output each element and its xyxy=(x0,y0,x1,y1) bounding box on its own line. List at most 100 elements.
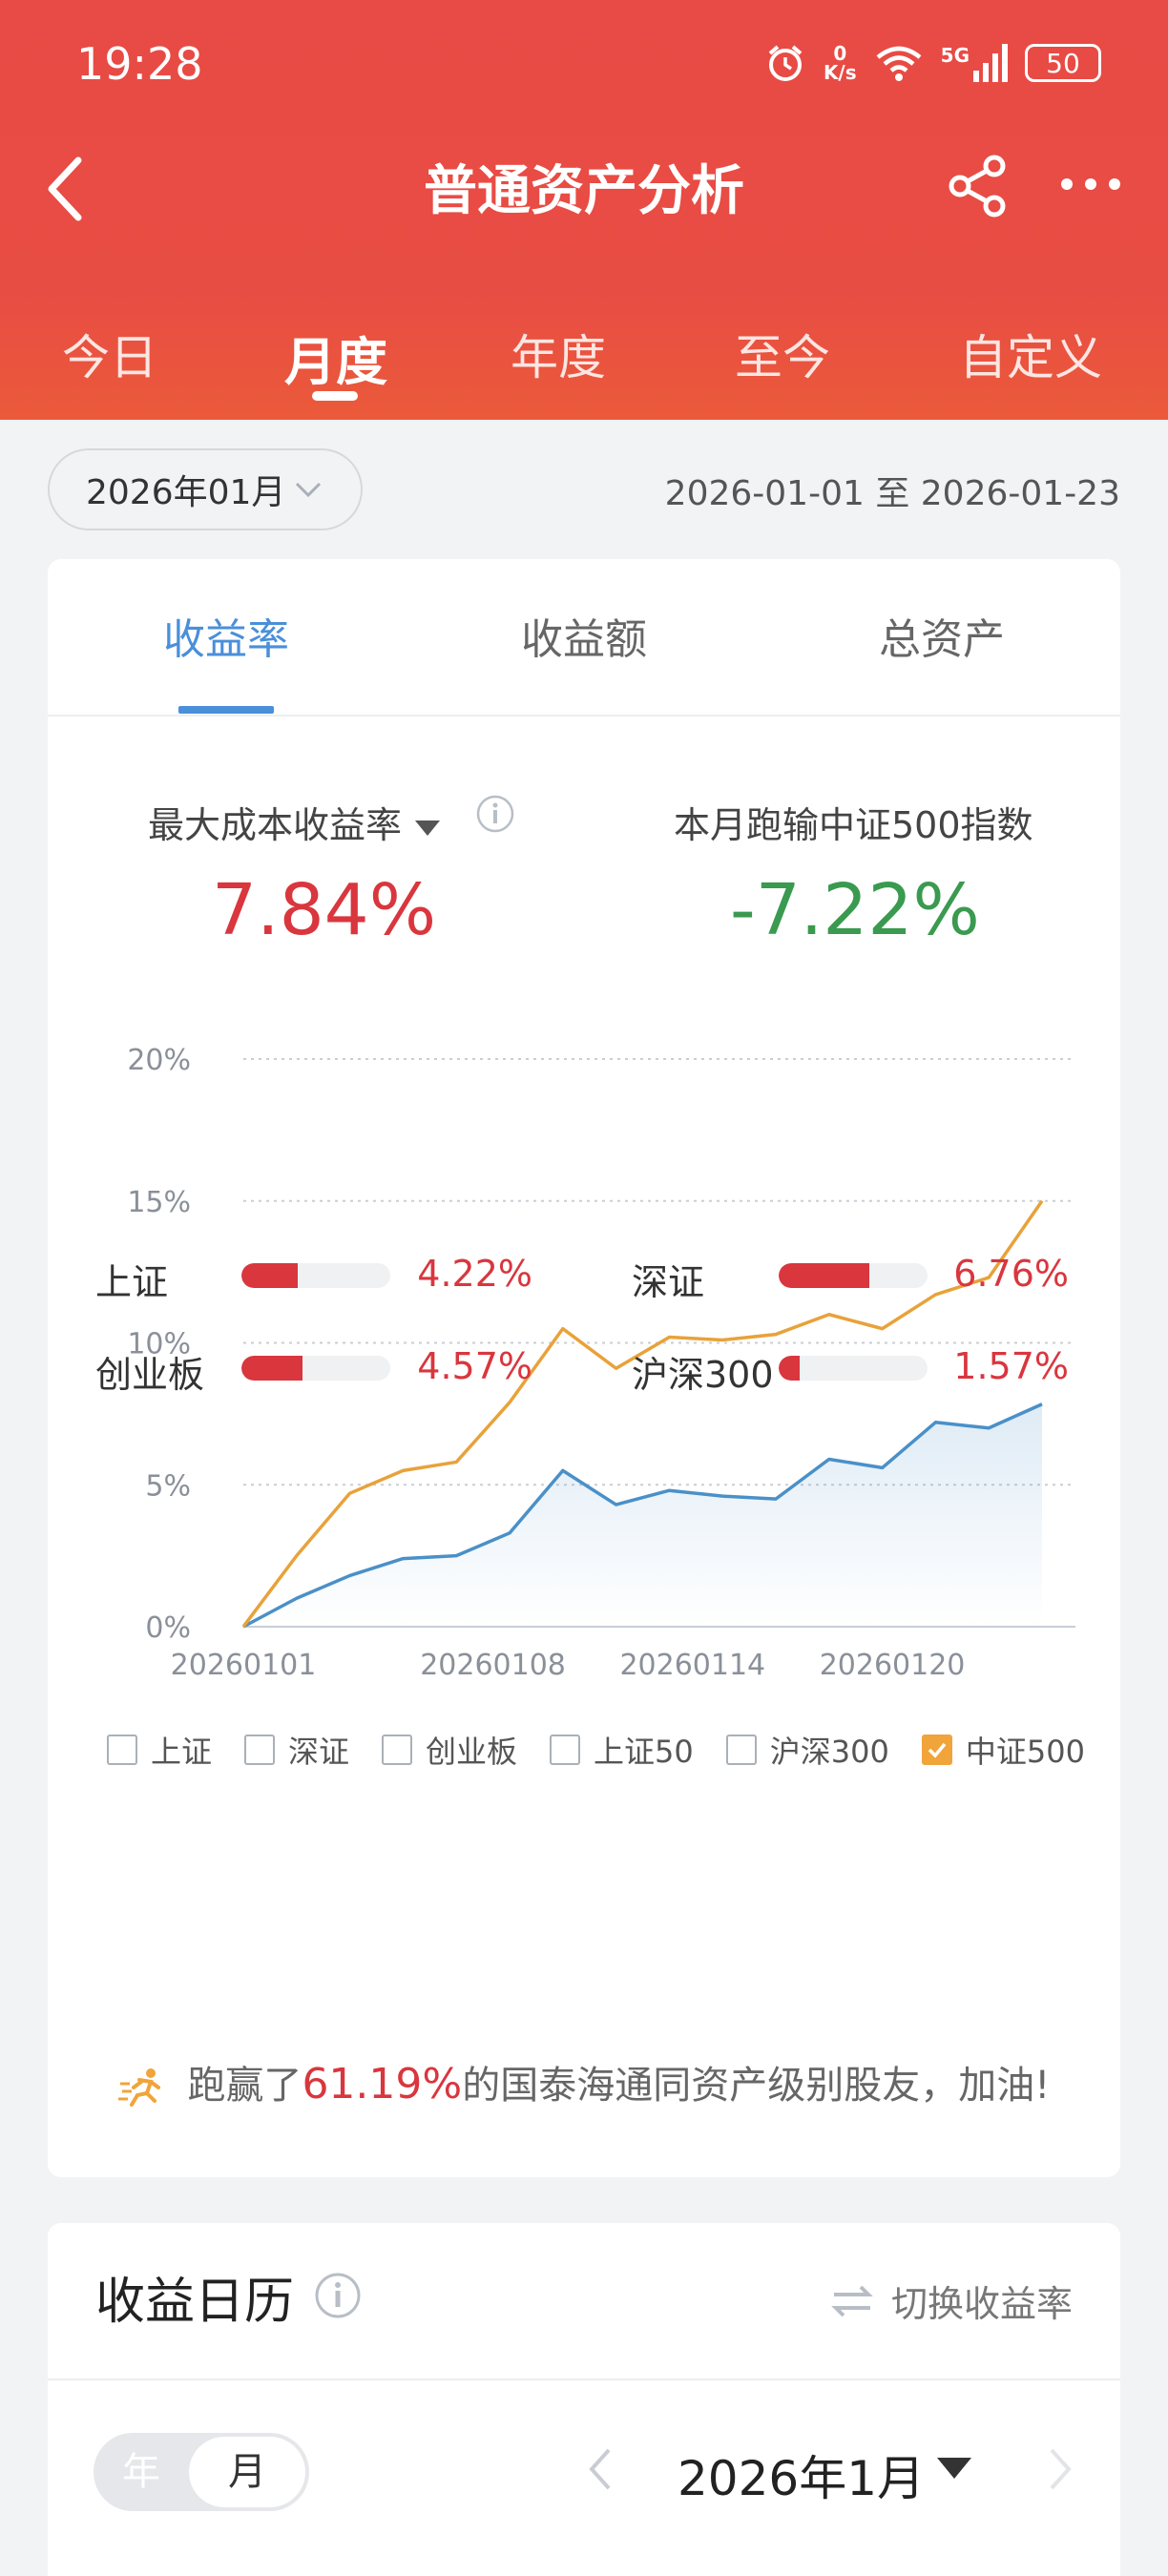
net-speed-unit: K/s xyxy=(823,61,857,84)
checkbox-icon[interactable] xyxy=(244,1735,276,1765)
tab-today[interactable]: 今日 xyxy=(62,320,157,388)
return-analysis-card: 收益率 收益额 总资产 最大成本收益率 7.84% 本月跑输中证500指数 -7… xyxy=(48,559,1120,2177)
divider xyxy=(48,2379,1120,2380)
share-icon[interactable] xyxy=(945,153,1012,219)
year-month-toggle[interactable]: 年 月 xyxy=(94,2433,309,2511)
x-tick-label: 20260101 xyxy=(171,1649,317,1682)
legend-label: 深证 xyxy=(288,1734,350,1770)
legend-label: 中证500 xyxy=(965,1734,1085,1770)
signal-type: 5G xyxy=(940,44,970,67)
y-tick-label: 5% xyxy=(145,1469,191,1503)
legend-item[interactable]: 沪深300 xyxy=(725,1728,889,1772)
alarm-icon xyxy=(768,45,803,81)
info-icon[interactable] xyxy=(313,2271,363,2320)
date-range: 2026-01-01 至 2026-01-23 xyxy=(664,474,1120,513)
switch-return-rate-button[interactable]: 切换收益率 xyxy=(830,2275,1073,2327)
index-bar-fill xyxy=(779,1263,870,1288)
index-bar xyxy=(241,1263,390,1288)
tab-to-date[interactable]: 至今 xyxy=(735,320,830,388)
index-name: 沪深300 xyxy=(632,1354,774,1396)
switch-label: 切换收益率 xyxy=(890,2283,1073,2325)
checkbox-icon[interactable] xyxy=(107,1735,137,1765)
portfolio-area xyxy=(243,1403,1042,1627)
checkbox-icon[interactable] xyxy=(725,1735,757,1765)
toggle-month[interactable]: 月 xyxy=(189,2437,305,2507)
month-picker[interactable]: 2026年01月 xyxy=(48,448,363,530)
toggle-year[interactable]: 年 xyxy=(94,2433,189,2511)
x-tick-label: 20260108 xyxy=(420,1649,566,1682)
cellular-signal: 5G xyxy=(941,44,1008,82)
index-bar xyxy=(779,1356,928,1381)
index-name: 深证 xyxy=(632,1261,705,1303)
battery-indicator: 50 xyxy=(1025,44,1101,82)
return-calendar-card: 收益日历 切换收益率 年 月 2026年1月 xyxy=(48,2223,1120,2576)
beat-suffix: 的国泰海通同资产级别股友，加油! xyxy=(462,2064,1051,2108)
checkbox-checked-icon[interactable] xyxy=(921,1735,952,1765)
info-icon[interactable] xyxy=(475,794,515,834)
net-speed: 0 K/s xyxy=(824,44,857,82)
x-tick-label: 20260114 xyxy=(619,1649,765,1682)
legend-label: 创业板 xyxy=(426,1734,518,1770)
index-value: 4.57% xyxy=(417,1345,532,1387)
status-time: 19:28 xyxy=(76,38,203,90)
beat-peers-text: 跑赢了61.19%的国泰海通同资产级别股友，加油! xyxy=(48,2054,1120,2109)
tab-monthly[interactable]: 月度 xyxy=(284,320,387,395)
runner-icon xyxy=(117,2068,160,2107)
legend-item[interactable]: 中证500 xyxy=(921,1728,1085,1772)
y-tick-label: 15% xyxy=(127,1186,191,1219)
chevron-down-icon xyxy=(296,482,322,498)
metric-tab-indicator xyxy=(178,706,274,714)
legend-item[interactable]: 深证 xyxy=(244,1728,349,1772)
caret-down-icon[interactable] xyxy=(935,2456,973,2481)
index-value: 6.76% xyxy=(953,1253,1069,1295)
vs-index-value: -7.22% xyxy=(730,869,980,951)
caret-down-icon xyxy=(415,820,441,836)
y-tick-label: 20% xyxy=(127,1044,191,1077)
max-cost-return-text: 最大成本收益率 xyxy=(148,804,403,846)
checkbox-icon[interactable] xyxy=(550,1735,581,1765)
status-icons: 0 K/s 5G 50 xyxy=(764,42,1101,84)
index-legend: 上证 深证 创业板 上证50 沪深300 中证500 xyxy=(107,1728,1085,1772)
index-name: 创业板 xyxy=(95,1354,205,1396)
index-bar xyxy=(779,1263,928,1288)
calendar-month[interactable]: 2026年1月 xyxy=(678,2441,925,2509)
index-name: 上证 xyxy=(95,1261,169,1303)
app-header: 19:28 0 K/s 5G 50 普通资产分析 今日 月度 年度 至今 自定义 xyxy=(0,0,1168,420)
period-tabs: 今日 月度 年度 至今 自定义 xyxy=(0,320,1168,405)
index-bar-fill xyxy=(779,1356,800,1381)
x-tick-label: 20260120 xyxy=(820,1649,966,1682)
tab-custom[interactable]: 自定义 xyxy=(959,320,1102,388)
max-cost-return-label[interactable]: 最大成本收益率 xyxy=(148,796,442,848)
index-value: 4.22% xyxy=(417,1253,532,1295)
chevron-left-icon[interactable] xyxy=(582,2441,620,2498)
month-picker-label: 2026年01月 xyxy=(86,473,286,512)
beat-percent: 61.19% xyxy=(302,2060,463,2109)
vs-index-label: 本月跑输中证500指数 xyxy=(674,804,1033,846)
checkbox-icon[interactable] xyxy=(382,1735,413,1765)
tab-return-rate[interactable]: 收益率 xyxy=(163,605,289,666)
net-speed-value: 0 xyxy=(833,42,847,65)
active-tab-indicator xyxy=(312,391,358,401)
tab-total-assets[interactable]: 总资产 xyxy=(879,605,1005,666)
max-cost-return-value: 7.84% xyxy=(212,869,437,951)
more-icon[interactable] xyxy=(1057,170,1124,198)
legend-item[interactable]: 上证 xyxy=(107,1728,212,1772)
signal-bars-icon xyxy=(973,44,1008,82)
legend-item[interactable]: 创业板 xyxy=(382,1728,517,1772)
beat-prefix: 跑赢了 xyxy=(187,2064,302,2108)
y-tick-label: 0% xyxy=(145,1611,191,1645)
index-bar-fill xyxy=(241,1356,302,1381)
legend-label: 沪深300 xyxy=(769,1734,889,1770)
chevron-right-icon[interactable] xyxy=(1040,2441,1078,2498)
tab-yearly[interactable]: 年度 xyxy=(511,320,606,388)
wifi-icon xyxy=(876,46,922,81)
legend-item[interactable]: 上证50 xyxy=(550,1728,694,1772)
index-value: 1.57% xyxy=(953,1345,1069,1387)
swap-icon xyxy=(831,2285,873,2316)
index-bar xyxy=(241,1356,390,1381)
index-bar-fill xyxy=(241,1263,299,1288)
tab-return-amount[interactable]: 收益额 xyxy=(521,605,647,666)
legend-label: 上证 xyxy=(151,1734,213,1770)
calendar-title: 收益日历 xyxy=(95,2274,295,2331)
legend-label: 上证50 xyxy=(594,1734,694,1770)
